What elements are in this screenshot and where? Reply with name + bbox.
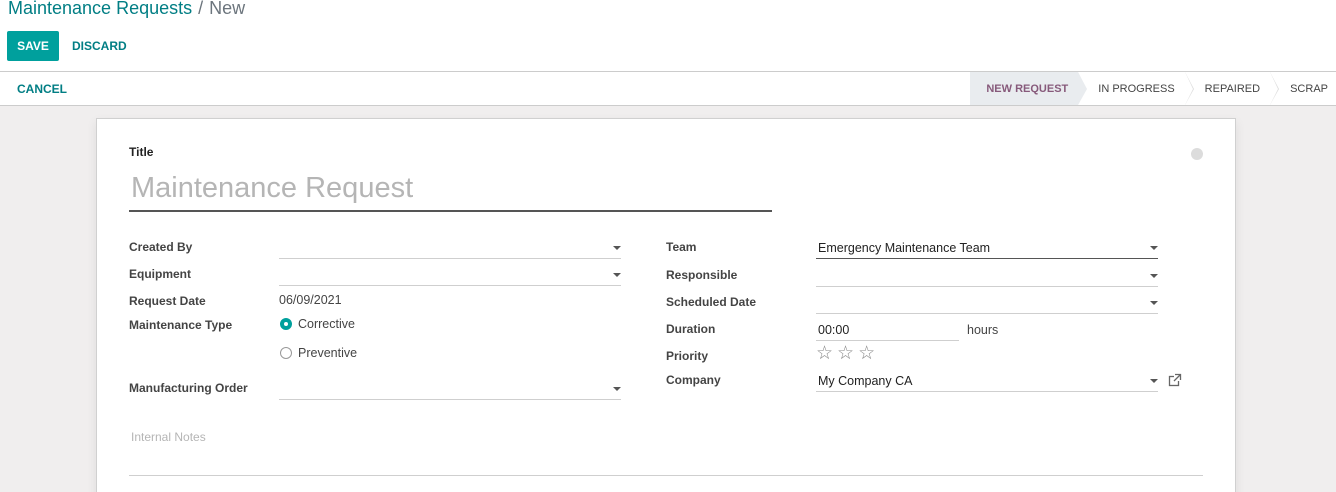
responsible-label: Responsible xyxy=(666,268,738,282)
chevron-down-icon[interactable] xyxy=(613,387,621,391)
radio-corrective[interactable]: Corrective xyxy=(280,317,355,331)
control-panel: Maintenance Requests / New SAVE DISCARD xyxy=(0,0,1336,72)
team-field[interactable]: Emergency Maintenance Team xyxy=(816,237,1158,259)
form-sheet: Title Created By Equipment Request Date … xyxy=(96,118,1236,492)
breadcrumb-maintenance-requests[interactable]: Maintenance Requests xyxy=(8,0,192,18)
stage-selector: NEW REQUEST IN PROGRESS REPAIRED SCRAP xyxy=(970,72,1336,105)
scheduled-date-field[interactable] xyxy=(816,292,1158,314)
manufacturing-order-field[interactable] xyxy=(279,378,621,400)
kanban-state-dot[interactable] xyxy=(1191,148,1203,160)
stage-new-request-label: NEW REQUEST xyxy=(986,82,1069,95)
star-icon[interactable]: ☆ xyxy=(837,344,854,363)
breadcrumb-current: New xyxy=(209,0,246,18)
company-value: My Company CA xyxy=(818,373,913,388)
priority-label: Priority xyxy=(666,349,709,363)
internal-notes-field[interactable]: Internal Notes xyxy=(129,424,1203,476)
stage-repaired-label: REPAIRED xyxy=(1204,82,1261,95)
star-icon[interactable]: ☆ xyxy=(816,344,833,363)
internal-notes-placeholder: Internal Notes xyxy=(131,430,206,444)
breadcrumb-separator: / xyxy=(198,0,204,18)
chevron-down-icon[interactable] xyxy=(613,246,621,250)
radio-preventive-label: Preventive xyxy=(298,346,358,360)
team-value: Emergency Maintenance Team xyxy=(818,240,991,255)
team-label: Team xyxy=(666,240,697,254)
discard-button[interactable]: DISCARD xyxy=(72,31,127,61)
radio-corrective-label: Corrective xyxy=(298,317,355,331)
manufacturing-order-label: Manufacturing Order xyxy=(129,381,248,395)
radio-preventive[interactable]: Preventive xyxy=(280,346,357,360)
priority-stars: ☆ ☆ ☆ xyxy=(816,344,879,363)
chevron-down-icon[interactable] xyxy=(1150,246,1158,250)
stage-new-request[interactable]: NEW REQUEST xyxy=(970,72,1088,105)
duration-label: Duration xyxy=(666,322,716,336)
chevron-down-icon[interactable] xyxy=(613,273,621,277)
scheduled-date-label: Scheduled Date xyxy=(666,295,757,309)
stage-repaired[interactable]: REPAIRED xyxy=(1185,72,1280,105)
stage-scrap[interactable]: SCRAP xyxy=(1270,72,1336,105)
breadcrumb: Maintenance Requests / New xyxy=(8,0,245,19)
company-field[interactable]: My Company CA xyxy=(816,370,1158,392)
radio-unchecked-icon[interactable] xyxy=(280,347,292,359)
equipment-field[interactable] xyxy=(279,264,621,286)
duration-unit: hours xyxy=(967,323,999,337)
status-bar: CANCEL NEW REQUEST IN PROGRESS REPAIRED … xyxy=(0,72,1336,106)
cancel-button[interactable]: CANCEL xyxy=(17,72,67,105)
stage-in-progress-label: IN PROGRESS xyxy=(1098,82,1175,95)
star-icon[interactable]: ☆ xyxy=(858,344,875,363)
responsible-field[interactable] xyxy=(816,265,1158,287)
title-label: Title xyxy=(129,145,154,159)
chevron-down-icon[interactable] xyxy=(1150,301,1158,305)
chevron-down-icon[interactable] xyxy=(1150,379,1158,383)
radio-checked-icon[interactable] xyxy=(280,318,292,330)
maintenance-type-label: Maintenance Type xyxy=(129,318,233,332)
external-link-icon[interactable] xyxy=(1168,373,1182,387)
stage-in-progress[interactable]: IN PROGRESS xyxy=(1078,72,1195,105)
company-label: Company xyxy=(666,373,721,387)
title-input[interactable] xyxy=(129,167,772,212)
request-date-label: Request Date xyxy=(129,294,206,308)
save-button[interactable]: SAVE xyxy=(7,31,59,61)
stage-arrow xyxy=(1184,72,1193,105)
stage-arrow xyxy=(1078,72,1087,105)
equipment-label: Equipment xyxy=(129,267,191,281)
request-date-value: 06/09/2021 xyxy=(279,293,342,307)
created-by-field[interactable] xyxy=(279,237,621,259)
stage-scrap-label: SCRAP xyxy=(1290,82,1328,95)
stage-arrow xyxy=(1270,72,1279,105)
duration-value: 00:00 xyxy=(818,322,850,337)
duration-input[interactable]: 00:00 xyxy=(816,319,959,341)
created-by-label: Created By xyxy=(129,240,193,254)
chevron-down-icon[interactable] xyxy=(1150,274,1158,278)
